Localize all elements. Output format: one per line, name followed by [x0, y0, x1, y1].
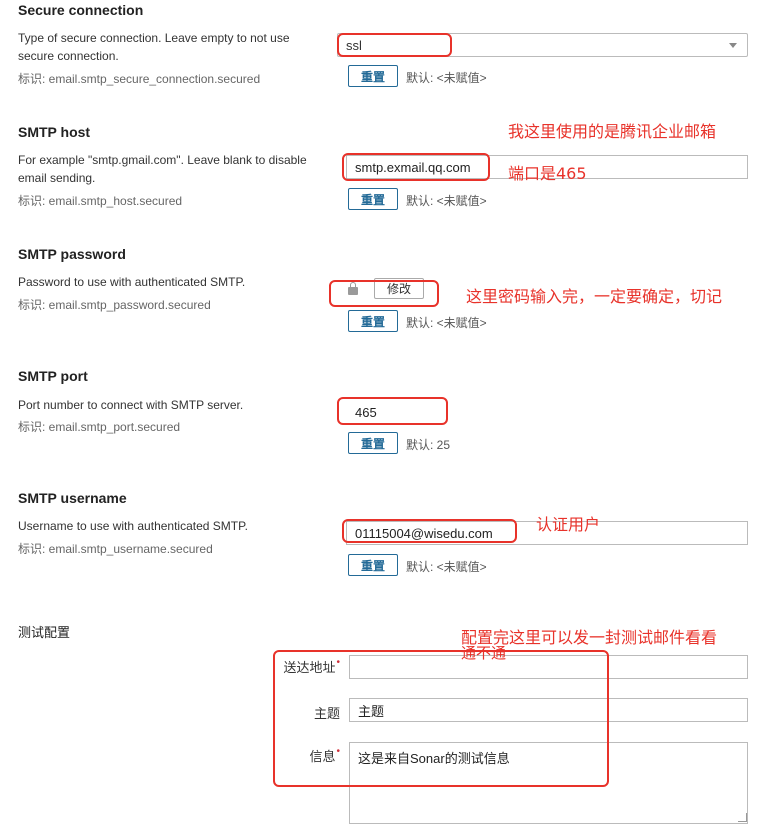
smtp-host-key: 标识: email.smtp_host.secured [18, 194, 183, 208]
smtp-password-key: 标识: email.smtp_password.secured [18, 298, 211, 312]
smtp-host-default: 默认: <未赋值> [406, 194, 487, 208]
smtp-username-description: Username to use with authenticated SMTP. [18, 519, 248, 533]
secure-connection-key: 标识: email.smtp_secure_connection.secured [18, 72, 261, 86]
smtp-port-default: 默认: 25 [406, 438, 451, 452]
lock-icon [348, 282, 358, 295]
test-message-label-text: 信息 [309, 749, 336, 764]
smtp-port-input[interactable]: 465 [346, 400, 442, 424]
secure-connection-reset-button[interactable]: 重置 [348, 65, 398, 87]
test-subject-label: 主题 [313, 706, 340, 721]
smtp-username-default: 默认: <未赋值> [406, 560, 487, 574]
secure-connection-title: Secure connection [18, 2, 144, 18]
secure-connection-value: ssl [346, 37, 362, 53]
test-to-label-text: 送达地址 [283, 660, 336, 675]
annotation-password-note: 这里密码输入完，一定要确定，切记 [466, 287, 723, 306]
test-message-textarea[interactable]: 这是来自Sonar的测试信息 [349, 742, 748, 824]
smtp-password-title: SMTP password [18, 246, 126, 262]
annotation-test-note-line2: 通不通 [461, 644, 507, 662]
smtp-host-reset-button[interactable]: 重置 [348, 188, 398, 210]
secure-connection-default: 默认: <未赋值> [406, 71, 487, 85]
smtp-password-change-button[interactable]: 修改 [374, 278, 424, 299]
annotation-port-note: 端口是465 [508, 164, 587, 183]
annotation-mail-provider: 我这里使用的是腾讯企业邮箱 [508, 122, 717, 141]
test-to-input[interactable] [349, 655, 748, 679]
smtp-username-reset-button[interactable]: 重置 [348, 554, 398, 576]
smtp-port-reset-button[interactable]: 重置 [348, 432, 398, 454]
required-marker: • [336, 657, 340, 668]
smtp-password-description: Password to use with authenticated SMTP. [18, 275, 246, 289]
test-message-label: 信息• [260, 746, 340, 765]
required-marker: • [336, 746, 340, 757]
smtp-port-title: SMTP port [18, 368, 88, 384]
smtp-username-title: SMTP username [18, 490, 127, 506]
test-subject-input[interactable]: 主题 [349, 698, 748, 722]
smtp-host-title: SMTP host [18, 124, 91, 140]
secure-connection-description: Type of secure connection. Leave empty t… [18, 31, 290, 63]
smtp-port-key: 标识: email.smtp_port.secured [18, 420, 181, 434]
test-config-title: 测试配置 [18, 625, 71, 640]
smtp-password-default: 默认: <未赋值> [406, 316, 487, 330]
smtp-username-key: 标识: email.smtp_username.secured [18, 542, 213, 556]
test-to-label: 送达地址• [260, 657, 340, 676]
smtp-port-description: Port number to connect with SMTP server. [18, 398, 244, 412]
resize-handle-icon[interactable] [738, 813, 747, 822]
secure-connection-select[interactable]: ssl [337, 33, 748, 57]
annotation-user-note: 认证用户 [536, 515, 601, 534]
smtp-password-reset-button[interactable]: 重置 [348, 310, 398, 332]
chevron-down-icon [729, 43, 737, 48]
smtp-host-description: For example "smtp.gmail.com". Leave blan… [18, 153, 307, 185]
